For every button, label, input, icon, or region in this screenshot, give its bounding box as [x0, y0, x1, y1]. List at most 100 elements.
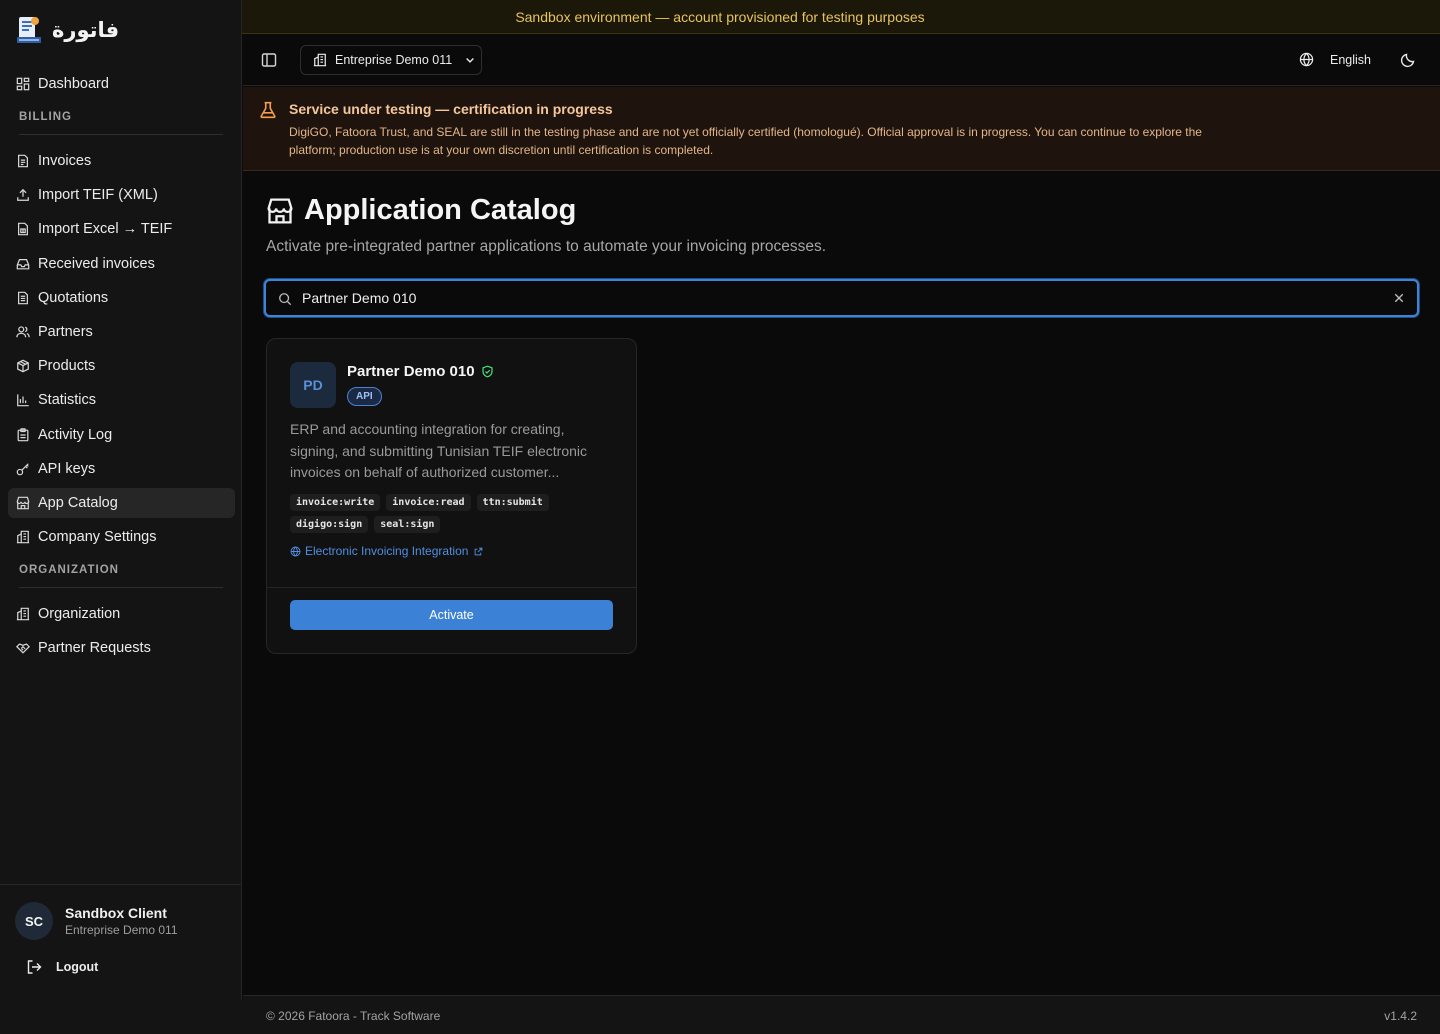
- clipboard-icon: [17, 428, 29, 442]
- organization-name: Entreprise Demo 011: [335, 53, 453, 67]
- sidebar-item-dashboard[interactable]: Dashboard: [8, 69, 235, 99]
- app-card: PD Partner Demo 010 API ERP and accounti…: [266, 338, 637, 654]
- chevron-down-icon: [466, 58, 475, 63]
- sidebar-item-label: Import Excel → TEIF: [38, 221, 173, 237]
- sidebar-item-label: API keys: [38, 461, 96, 477]
- activate-button[interactable]: Activate: [290, 600, 613, 630]
- close-icon[interactable]: [1393, 292, 1405, 304]
- scope-tag: digigo:sign: [290, 516, 369, 533]
- sidebar-item-organization[interactable]: Organization: [8, 599, 235, 629]
- key-icon: [16, 463, 29, 476]
- section-organization: ORGANIZATION: [19, 564, 119, 576]
- footer-version: v1.4.2: [1384, 1009, 1417, 1023]
- app-name-row: Partner Demo 010: [347, 363, 494, 380]
- user-name: Sandbox Client: [65, 905, 167, 921]
- globe-icon: [290, 546, 301, 556]
- users-icon: [16, 326, 30, 338]
- scope-list: invoice:write invoice:read ttn:submit di…: [290, 494, 610, 533]
- scope-tag: invoice:read: [386, 494, 471, 511]
- sidebar-item-label: Company Settings: [38, 529, 157, 545]
- language-select[interactable]: English: [1299, 52, 1371, 67]
- sidebar-item-quotations[interactable]: Quotations: [8, 283, 235, 313]
- logout-label: Logout: [56, 960, 99, 974]
- sidebar-item-label: Quotations: [38, 290, 109, 306]
- app-avatar: PD: [290, 362, 336, 408]
- notice-title: Service under testing — certification in…: [289, 101, 613, 117]
- sandbox-banner-text: Sandbox environment — account provisione…: [515, 9, 925, 25]
- organization-select[interactable]: Entreprise Demo 011: [300, 45, 482, 75]
- brand-name: فاتورة: [52, 18, 120, 42]
- search-icon: [279, 293, 292, 306]
- sidebar-item-activity-log[interactable]: Activity Log: [8, 420, 235, 450]
- section-divider: [19, 134, 223, 135]
- card-divider: [267, 587, 636, 588]
- sidebar-toggle-icon[interactable]: [261, 52, 277, 68]
- sidebar-item-company-settings[interactable]: Company Settings: [8, 522, 235, 552]
- sidebar-item-label: Partner Requests: [38, 640, 151, 656]
- sidebar-item-import-teif[interactable]: Import TEIF (XML): [8, 180, 235, 210]
- logout-icon: [27, 960, 42, 974]
- sidebar-item-received-invoices[interactable]: Received invoices: [8, 249, 235, 279]
- store-icon: [16, 496, 30, 510]
- dashboard-icon: [16, 77, 30, 91]
- inbox-icon: [16, 259, 30, 270]
- building-icon: [16, 530, 30, 544]
- page-title: Application Catalog: [266, 194, 576, 227]
- verified-shield-icon: [481, 365, 493, 378]
- top-header: Entreprise Demo 011 English: [243, 35, 1440, 86]
- globe-icon: [1299, 52, 1314, 67]
- building-icon: [313, 53, 327, 67]
- external-link-icon: [475, 547, 483, 555]
- building-icon: [16, 607, 30, 621]
- search-box: [264, 279, 1419, 317]
- language-label: English: [1330, 52, 1371, 67]
- sidebar-item-invoices[interactable]: Invoices: [8, 146, 235, 176]
- sidebar-item-label: Partners: [38, 324, 93, 340]
- sidebar: فاتورة Dashboard BILLING Invoices Import…: [0, 0, 242, 1000]
- sidebar-item-api-keys[interactable]: API keys: [8, 454, 235, 484]
- sidebar-item-app-catalog[interactable]: App Catalog: [8, 488, 235, 518]
- app-description: ERP and accounting integration for creat…: [290, 421, 588, 480]
- sidebar-footer-fill: [0, 1000, 243, 1034]
- sidebar-item-import-excel[interactable]: Import Excel → TEIF: [8, 214, 235, 244]
- sidebar-item-label: Received invoices: [38, 256, 155, 272]
- app-name: Partner Demo 010: [347, 363, 475, 380]
- sidebar-item-label: Organization: [38, 606, 121, 622]
- section-divider: [19, 587, 223, 588]
- section-billing: BILLING: [19, 111, 72, 123]
- scope-tag: seal:sign: [374, 516, 441, 533]
- sidebar-item-statistics[interactable]: Statistics: [8, 385, 235, 415]
- footer-copyright: © 2026 Fatoora - Track Software: [266, 1009, 441, 1023]
- user-profile: SC Sandbox Client Entreprise Demo 011 Lo…: [0, 884, 242, 1000]
- sidebar-item-label: Products: [38, 358, 96, 374]
- file-icon: [18, 154, 28, 168]
- invoice-logo-icon: [16, 15, 42, 45]
- package-icon: [17, 359, 29, 373]
- store-icon: [267, 197, 293, 224]
- sidebar-item-products[interactable]: Products: [8, 351, 235, 381]
- scope-tag: ttn:submit: [476, 494, 549, 511]
- handshake-icon: [16, 643, 30, 654]
- user-organization: Entreprise Demo 011: [65, 923, 178, 937]
- integration-link-label: Electronic Invoicing Integration: [305, 544, 469, 558]
- brand-logo-overlay[interactable]: فاتورة: [16, 14, 119, 46]
- integration-link[interactable]: Electronic Invoicing Integration: [290, 544, 483, 558]
- logout-button[interactable]: Logout: [26, 959, 98, 975]
- page-subtitle: Activate pre-integrated partner applicat…: [266, 238, 827, 255]
- sidebar-item-partners[interactable]: Partners: [8, 317, 235, 347]
- sidebar-item-label: Invoices: [38, 153, 92, 169]
- avatar[interactable]: SC: [15, 902, 53, 940]
- sidebar-item-label: Dashboard: [38, 76, 109, 92]
- sidebar-item-label: Import TEIF (XML): [38, 187, 158, 203]
- page-footer: © 2026 Fatoora - Track Software v1.4.2: [243, 995, 1440, 1034]
- search-input[interactable]: [302, 281, 1382, 315]
- sidebar-item-partner-requests[interactable]: Partner Requests: [8, 633, 235, 663]
- api-badge: API: [347, 387, 382, 406]
- document-icon: [18, 291, 28, 305]
- notice-body: DigiGO, Fatoora Trust, and SEAL are stil…: [289, 125, 1202, 157]
- sidebar-item-label: App Catalog: [38, 495, 118, 511]
- spreadsheet-icon: [18, 222, 28, 236]
- moon-icon[interactable]: [1400, 52, 1416, 68]
- sidebar-item-label: Statistics: [38, 392, 97, 408]
- scope-tag: invoice:write: [290, 494, 381, 511]
